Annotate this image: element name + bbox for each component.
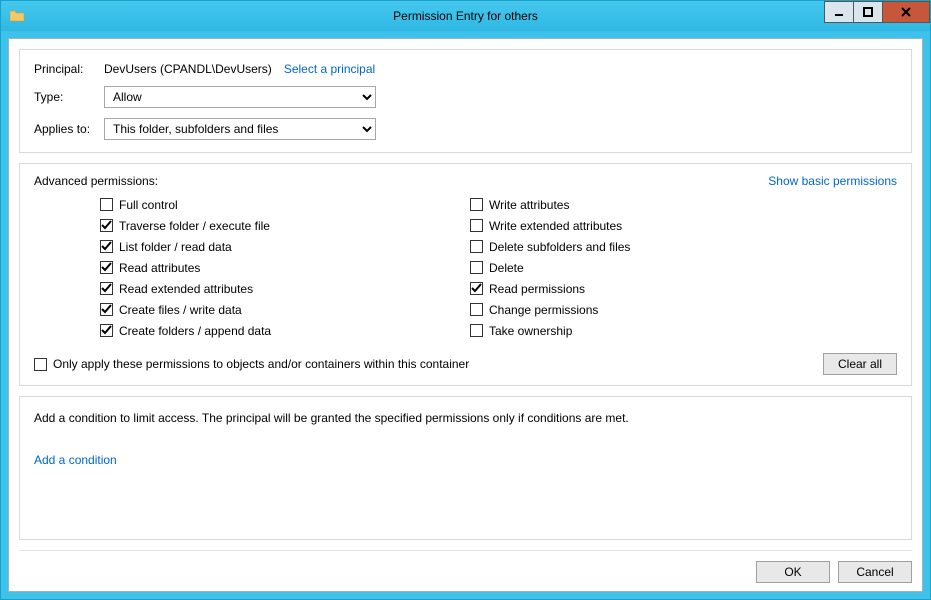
permission-item: Create folders / append data	[100, 320, 470, 341]
applies-to-select[interactable]: This folder, subfolders and files	[104, 118, 376, 140]
permissions-panel: Advanced permissions: Show basic permiss…	[19, 163, 912, 386]
applies-to-label: Applies to:	[34, 122, 104, 136]
select-principal-link[interactable]: Select a principal	[284, 62, 375, 76]
permission-checkbox[interactable]	[100, 303, 113, 316]
permission-label: Full control	[119, 198, 178, 212]
permission-checkbox[interactable]	[100, 282, 113, 295]
principal-label: Principal:	[34, 62, 104, 76]
permission-checkbox[interactable]	[470, 261, 483, 274]
permission-item: List folder / read data	[100, 236, 470, 257]
permission-label: Read attributes	[119, 261, 200, 275]
show-basic-permissions-link[interactable]: Show basic permissions	[768, 174, 897, 188]
permission-label: Take ownership	[489, 324, 572, 338]
permission-item: Read attributes	[100, 257, 470, 278]
client-area: Principal: DevUsers (CPANDL\DevUsers) Se…	[8, 38, 923, 592]
permission-label: Change permissions	[489, 303, 598, 317]
permission-label: Read extended attributes	[119, 282, 253, 296]
permission-checkbox[interactable]	[100, 240, 113, 253]
permission-item: Write attributes	[470, 194, 840, 215]
type-select[interactable]: Allow	[104, 86, 376, 108]
permission-label: Write extended attributes	[489, 219, 622, 233]
permission-checkbox[interactable]	[470, 219, 483, 232]
principal-panel: Principal: DevUsers (CPANDL\DevUsers) Se…	[19, 49, 912, 153]
maximize-button[interactable]	[853, 1, 883, 23]
window-title: Permission Entry for others	[1, 9, 930, 23]
ok-button[interactable]: OK	[756, 561, 830, 583]
permission-checkbox[interactable]	[100, 198, 113, 211]
permission-checkbox[interactable]	[470, 282, 483, 295]
permission-label: Create folders / append data	[119, 324, 271, 338]
permission-label: Traverse folder / execute file	[119, 219, 270, 233]
permission-label: Delete subfolders and files	[489, 240, 630, 254]
client-border: Principal: DevUsers (CPANDL\DevUsers) Se…	[1, 31, 930, 599]
permission-item: Create files / write data	[100, 299, 470, 320]
permission-checkbox[interactable]	[470, 324, 483, 337]
bottom-bar: OK Cancel	[19, 550, 912, 583]
permission-checkbox[interactable]	[100, 324, 113, 337]
permission-label: Create files / write data	[119, 303, 242, 317]
permission-checkbox[interactable]	[470, 240, 483, 253]
permission-item: Full control	[100, 194, 470, 215]
folder-icon	[9, 8, 25, 24]
permission-label: Delete	[489, 261, 524, 275]
condition-text: Add a condition to limit access. The pri…	[34, 411, 897, 425]
permission-item: Delete subfolders and files	[470, 236, 840, 257]
permission-item: Traverse folder / execute file	[100, 215, 470, 236]
clear-all-button[interactable]: Clear all	[823, 353, 897, 375]
permission-checkbox[interactable]	[100, 219, 113, 232]
permissions-column-left: Full control Traverse folder / execute fi…	[100, 194, 470, 341]
window-controls	[825, 1, 930, 23]
titlebar[interactable]: Permission Entry for others	[1, 1, 930, 31]
close-button[interactable]	[882, 1, 930, 23]
permission-item: Read permissions	[470, 278, 840, 299]
permission-label: Write attributes	[489, 198, 569, 212]
permission-item: Take ownership	[470, 320, 840, 341]
permission-label: Read permissions	[489, 282, 585, 296]
permission-label: List folder / read data	[119, 240, 232, 254]
permission-item: Write extended attributes	[470, 215, 840, 236]
window-frame: Permission Entry for others Principal: D…	[0, 0, 931, 600]
permission-checkbox[interactable]	[100, 261, 113, 274]
permission-checkbox[interactable]	[470, 303, 483, 316]
add-condition-link[interactable]: Add a condition	[34, 453, 117, 467]
permission-item: Change permissions	[470, 299, 840, 320]
only-apply-label: Only apply these permissions to objects …	[53, 357, 469, 371]
principal-value: DevUsers (CPANDL\DevUsers)	[104, 62, 272, 76]
minimize-button[interactable]	[824, 1, 854, 23]
advanced-permissions-heading: Advanced permissions:	[34, 174, 158, 188]
permission-item: Delete	[470, 257, 840, 278]
permission-checkbox[interactable]	[470, 198, 483, 211]
type-label: Type:	[34, 90, 104, 104]
permission-item: Read extended attributes	[100, 278, 470, 299]
condition-panel: Add a condition to limit access. The pri…	[19, 396, 912, 540]
permissions-column-right: Write attributes Write extended attribute…	[470, 194, 840, 341]
cancel-button[interactable]: Cancel	[838, 561, 912, 583]
only-apply-checkbox[interactable]	[34, 358, 47, 371]
